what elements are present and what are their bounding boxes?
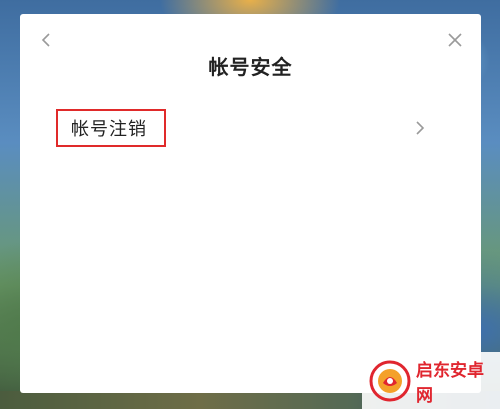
watermark-logo-icon [368, 359, 412, 403]
menu-item-account-deletion[interactable]: 帐号注销 [56, 109, 426, 149]
close-icon[interactable] [446, 31, 464, 49]
chevron-right-icon [413, 120, 427, 136]
menu-item-label: 帐号注销 [71, 119, 147, 140]
dialog-title: 帐号安全 [208, 55, 293, 79]
account-security-dialog: 帐号安全 帐号注销 [20, 14, 481, 393]
watermark-text: 启东安卓网 [416, 360, 484, 406]
chevron-left-icon[interactable] [38, 31, 56, 49]
watermark: 启东安卓网 [362, 352, 500, 409]
